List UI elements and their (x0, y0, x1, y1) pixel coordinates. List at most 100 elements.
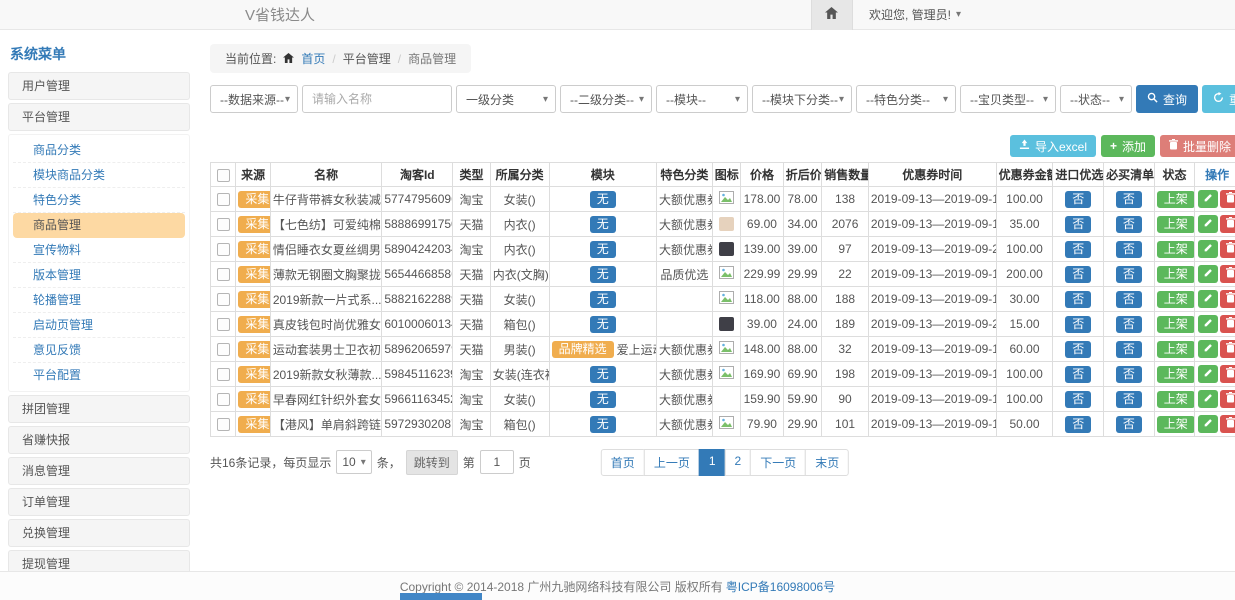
sidebar-subitem[interactable]: 平台配置 (13, 363, 185, 388)
must-buy-toggle[interactable]: 否 (1116, 191, 1142, 208)
delete-button[interactable] (1220, 415, 1235, 433)
edit-button[interactable] (1198, 415, 1218, 433)
import-select-toggle[interactable]: 否 (1065, 391, 1091, 408)
sidebar-group-6[interactable]: 兑换管理 (8, 519, 190, 547)
sidebar-subitem[interactable]: 意见反馈 (13, 338, 185, 363)
select-all-checkbox[interactable] (217, 169, 230, 182)
filter-select-item-type[interactable]: --宝贝类型--▾ (960, 85, 1056, 113)
status-toggle[interactable]: 上架 (1157, 341, 1195, 358)
import-excel-button[interactable]: 导入excel (1010, 135, 1096, 157)
sidebar-subitem[interactable]: 宣传物料 (13, 238, 185, 263)
page-button[interactable]: 1 (699, 449, 726, 476)
sidebar-group-0[interactable]: 用户管理 (8, 72, 190, 100)
page-button[interactable]: 末页 (805, 449, 849, 476)
import-select-toggle[interactable]: 否 (1065, 191, 1091, 208)
sidebar-subitem[interactable]: 启动页管理 (13, 313, 185, 338)
row-checkbox[interactable] (217, 193, 230, 206)
search-button[interactable]: 查询 (1136, 85, 1198, 113)
filter-select-level2-category[interactable]: --二级分类--▾ (560, 85, 652, 113)
name-search-input[interactable] (302, 85, 452, 113)
row-checkbox[interactable] (217, 293, 230, 306)
edit-button[interactable] (1198, 365, 1218, 383)
row-checkbox[interactable] (217, 218, 230, 231)
row-checkbox[interactable] (217, 268, 230, 281)
import-select-toggle[interactable]: 否 (1065, 416, 1091, 433)
delete-button[interactable] (1220, 290, 1235, 308)
sidebar-subitem[interactable]: 版本管理 (13, 263, 185, 288)
edit-button[interactable] (1198, 390, 1218, 408)
delete-button[interactable] (1220, 340, 1235, 358)
edit-button[interactable] (1198, 290, 1218, 308)
row-checkbox[interactable] (217, 343, 230, 356)
must-buy-toggle[interactable]: 否 (1116, 391, 1142, 408)
row-checkbox[interactable] (217, 243, 230, 256)
sidebar-subitem[interactable]: 轮播管理 (13, 288, 185, 313)
filter-select-level1-category[interactable]: 一级分类▾ (456, 85, 556, 113)
must-buy-toggle[interactable]: 否 (1116, 341, 1142, 358)
edit-button[interactable] (1198, 240, 1218, 258)
must-buy-toggle[interactable]: 否 (1116, 416, 1142, 433)
filter-select-status[interactable]: --状态--▾ (1060, 85, 1132, 113)
status-toggle[interactable]: 上架 (1157, 391, 1195, 408)
sidebar-group-1[interactable]: 平台管理 (8, 103, 190, 131)
edit-button[interactable] (1198, 215, 1218, 233)
batch-delete-button[interactable]: 批量删除 (1160, 135, 1235, 157)
status-toggle[interactable]: 上架 (1157, 241, 1195, 258)
sidebar-group-4[interactable]: 消息管理 (8, 457, 190, 485)
icp-link[interactable]: 粤ICP备16098006号 (726, 578, 835, 595)
jump-to-button[interactable]: 跳转到 (406, 450, 458, 475)
import-select-toggle[interactable]: 否 (1065, 291, 1091, 308)
must-buy-toggle[interactable]: 否 (1116, 366, 1142, 383)
page-button[interactable]: 首页 (601, 449, 645, 476)
sidebar-group-2[interactable]: 拼团管理 (8, 395, 190, 423)
import-select-toggle[interactable]: 否 (1065, 366, 1091, 383)
sidebar-subitem[interactable]: 商品分类 (13, 138, 185, 163)
import-select-toggle[interactable]: 否 (1065, 216, 1091, 233)
delete-button[interactable] (1220, 390, 1235, 408)
page-button[interactable]: 2 (725, 449, 752, 476)
edit-button[interactable] (1198, 315, 1218, 333)
page-number-input[interactable] (480, 450, 514, 474)
must-buy-toggle[interactable]: 否 (1116, 241, 1142, 258)
filter-select-module-subcategory[interactable]: --模块下分类--▾ (752, 85, 852, 113)
sidebar-subitem[interactable]: 模块商品分类 (13, 163, 185, 188)
delete-button[interactable] (1220, 265, 1235, 283)
filter-select-data-source[interactable]: --数据来源-- ▾ (210, 85, 298, 113)
sidebar-group-5[interactable]: 订单管理 (8, 488, 190, 516)
import-select-toggle[interactable]: 否 (1065, 341, 1091, 358)
status-toggle[interactable]: 上架 (1157, 291, 1195, 308)
edit-button[interactable] (1198, 340, 1218, 358)
page-button[interactable]: 下一页 (750, 449, 806, 476)
edit-button[interactable] (1198, 265, 1218, 283)
delete-button[interactable] (1220, 365, 1235, 383)
row-checkbox[interactable] (217, 318, 230, 331)
add-button[interactable]: + 添加 (1101, 135, 1155, 157)
import-select-toggle[interactable]: 否 (1065, 266, 1091, 283)
status-toggle[interactable]: 上架 (1157, 216, 1195, 233)
status-toggle[interactable]: 上架 (1157, 366, 1195, 383)
delete-button[interactable] (1220, 315, 1235, 333)
sidebar-subitem[interactable]: 商品管理 (13, 213, 185, 238)
must-buy-toggle[interactable]: 否 (1116, 316, 1142, 333)
must-buy-toggle[interactable]: 否 (1116, 266, 1142, 283)
user-menu[interactable]: 欢迎您, 管理员! ▾ (853, 0, 977, 30)
status-toggle[interactable]: 上架 (1157, 416, 1195, 433)
delete-button[interactable] (1220, 240, 1235, 258)
delete-button[interactable] (1220, 190, 1235, 208)
sidebar-group-7[interactable]: 提现管理 (8, 550, 190, 572)
status-toggle[interactable]: 上架 (1157, 316, 1195, 333)
per-page-select[interactable]: 10 ▾ (336, 450, 371, 474)
filter-select-feature-category[interactable]: --特色分类--▾ (856, 85, 956, 113)
status-toggle[interactable]: 上架 (1157, 266, 1195, 283)
filter-select-module[interactable]: --模块--▾ (656, 85, 748, 113)
edit-button[interactable] (1198, 190, 1218, 208)
reset-button[interactable]: 重置 (1202, 85, 1235, 113)
sidebar-group-3[interactable]: 省赚快报 (8, 426, 190, 454)
breadcrumb-home-link[interactable]: 首页 (301, 50, 325, 67)
row-checkbox[interactable] (217, 418, 230, 431)
page-button[interactable]: 上一页 (644, 449, 700, 476)
delete-button[interactable] (1220, 215, 1235, 233)
home-button[interactable] (811, 0, 853, 30)
row-checkbox[interactable] (217, 393, 230, 406)
must-buy-toggle[interactable]: 否 (1116, 291, 1142, 308)
